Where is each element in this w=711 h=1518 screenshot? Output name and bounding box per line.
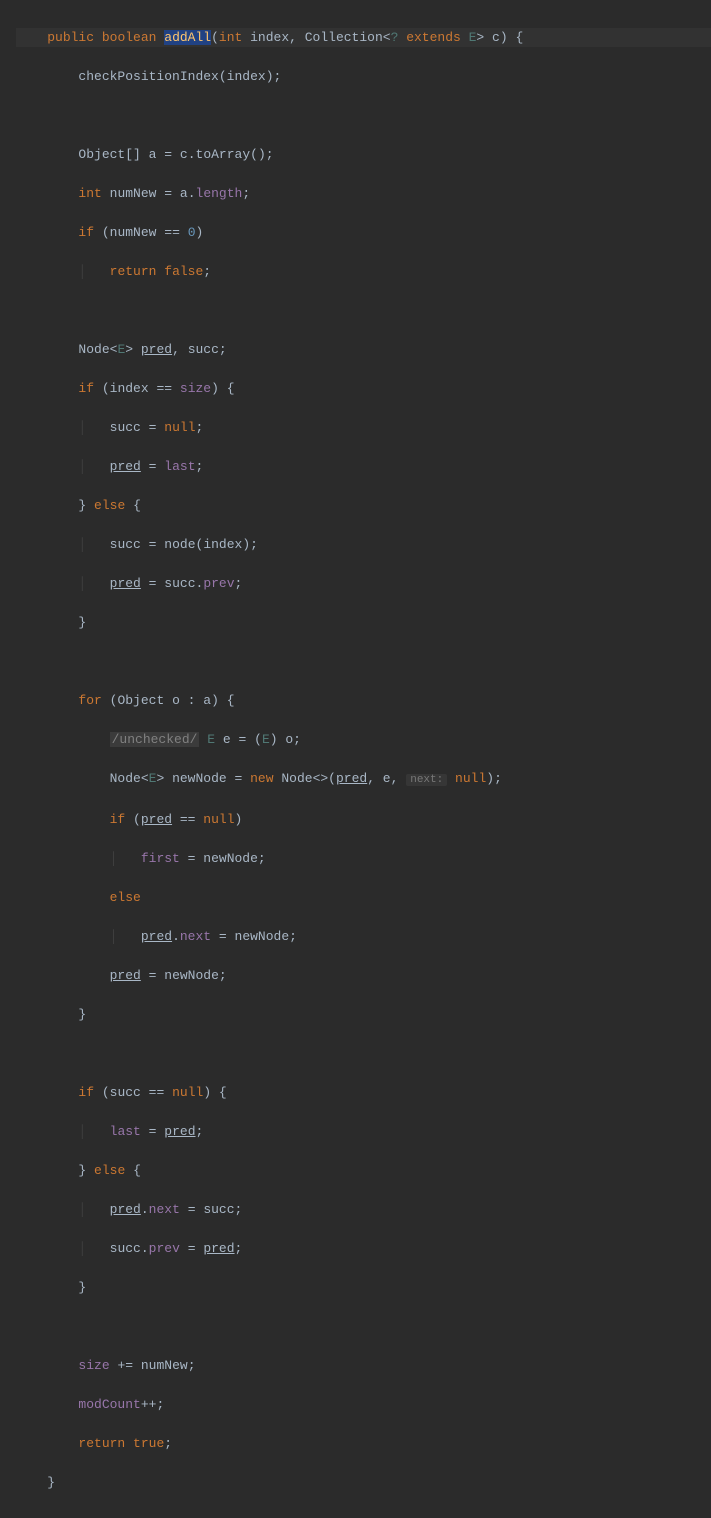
code-line: /unchecked/ E e = (E) o; <box>16 730 711 750</box>
code-line: │ last = pred; <box>16 1122 711 1142</box>
code-line: Node<E> newNode = new Node<>(pred, e, ne… <box>16 769 711 791</box>
code-line: │ pred.next = succ; <box>16 1200 711 1220</box>
code-line <box>16 1044 711 1064</box>
code-line: │ succ = null; <box>16 418 711 438</box>
code-line: return true; <box>16 1434 711 1454</box>
code-line: │ first = newNode; <box>16 849 711 869</box>
code-line: if (pred == null) <box>16 810 711 830</box>
code-line: int numNew = a.length; <box>16 184 711 204</box>
code-line: if (numNew == 0) <box>16 223 711 243</box>
code-line: } <box>16 1278 711 1298</box>
code-line: │ pred = last; <box>16 457 711 477</box>
code-line <box>16 301 711 321</box>
code-line: │ pred = succ.prev; <box>16 574 711 594</box>
code-line: │ return false; <box>16 262 711 282</box>
code-line: } <box>16 613 711 633</box>
code-line: } else { <box>16 496 711 516</box>
code-line <box>16 106 711 126</box>
code-line: Object[] a = c.toArray(); <box>16 145 711 165</box>
code-line: size += numNew; <box>16 1356 711 1376</box>
code-line: if (succ == null) { <box>16 1083 711 1103</box>
code-line: if (index == size) { <box>16 379 711 399</box>
code-line: public boolean addAll(int index, Collect… <box>16 28 711 48</box>
param-hint: next: <box>406 774 447 786</box>
code-editor[interactable]: public boolean addAll(int index, Collect… <box>0 0 711 1518</box>
code-line: } <box>16 1473 711 1493</box>
code-line: Node<E> pred, succ; <box>16 340 711 360</box>
code-line: else <box>16 888 711 908</box>
code-line: │ pred.next = newNode; <box>16 927 711 947</box>
code-line: } else { <box>16 1161 711 1181</box>
method-name: addAll <box>164 30 211 45</box>
code-line: } <box>16 1005 711 1025</box>
code-line: modCount++; <box>16 1395 711 1415</box>
code-line <box>16 1317 711 1337</box>
comment: /unchecked/ <box>110 732 200 747</box>
code-line: for (Object o : a) { <box>16 691 711 711</box>
code-line: │ succ.prev = pred; <box>16 1239 711 1259</box>
code-line: │ succ = node(index); <box>16 535 711 555</box>
code-line: checkPositionIndex(index); <box>16 67 711 87</box>
code-line: pred = newNode; <box>16 966 711 986</box>
code-line <box>16 652 711 672</box>
